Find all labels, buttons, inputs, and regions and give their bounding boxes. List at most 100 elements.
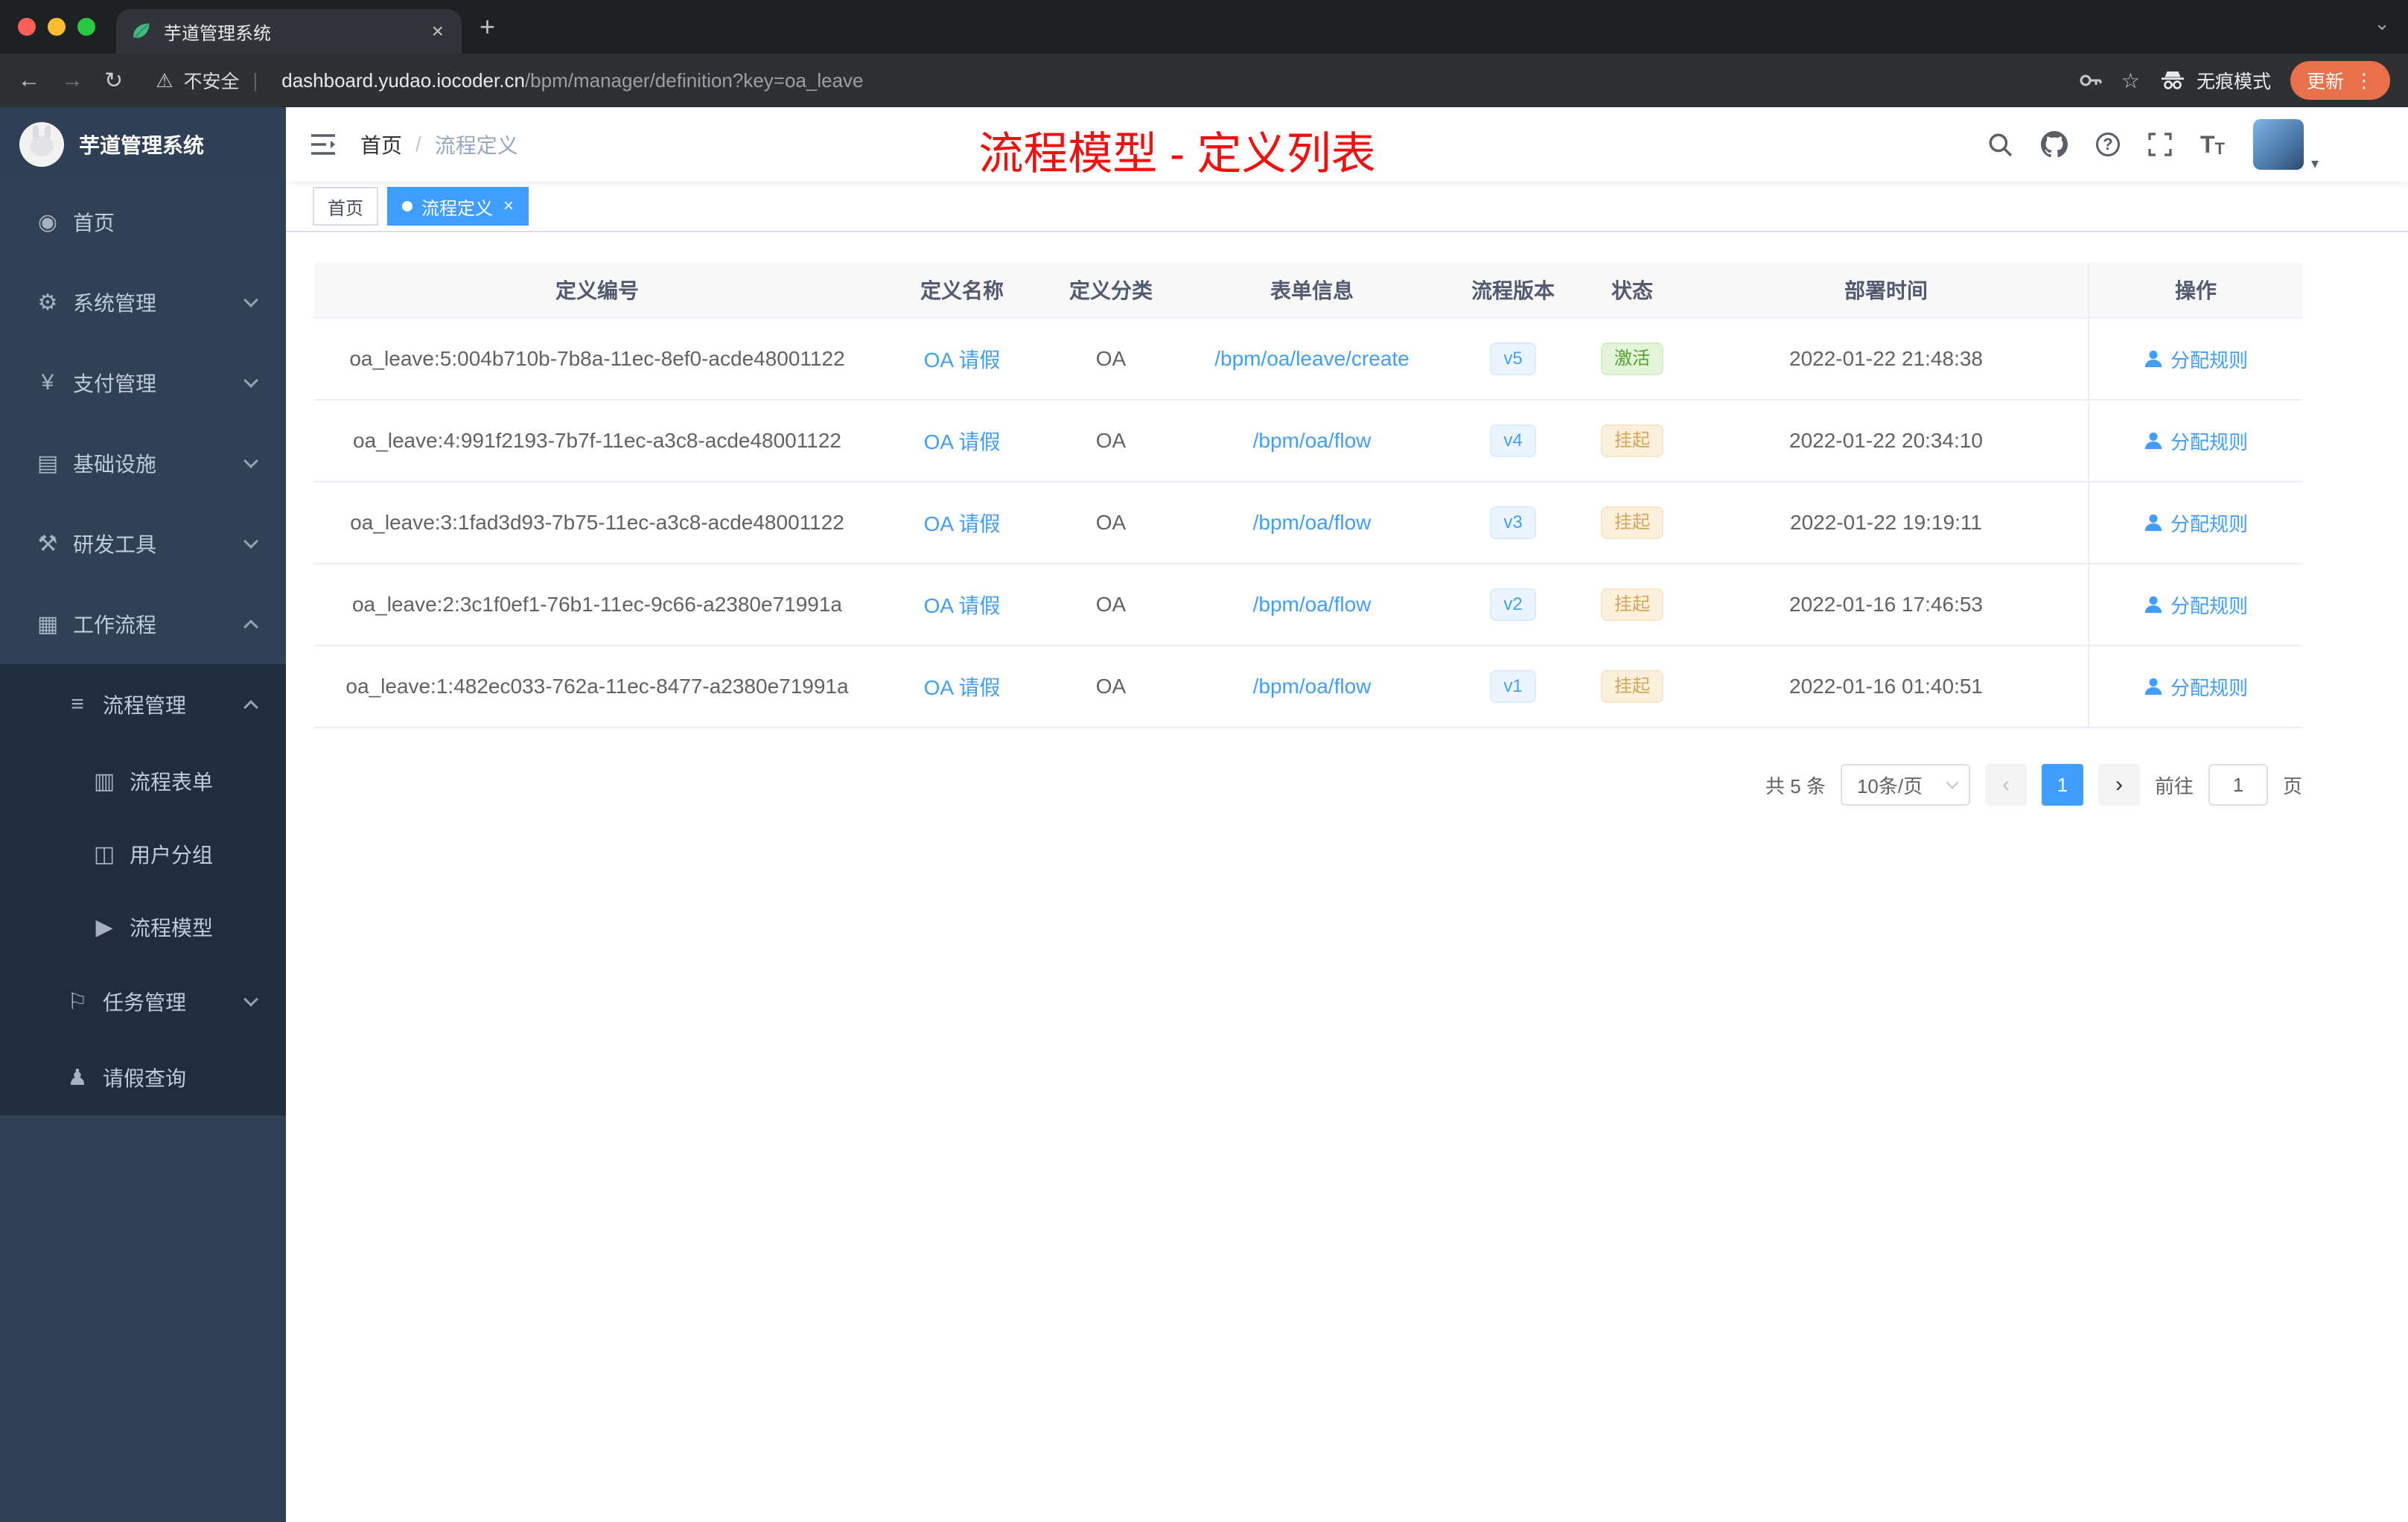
sidebar-item-process-model[interactable]: ▶ 流程模型 bbox=[0, 891, 286, 964]
definition-name-link[interactable]: OA 请假 bbox=[924, 512, 1001, 535]
browser-tab[interactable]: 芋道管理系统 × bbox=[116, 9, 462, 54]
window-close-button[interactable] bbox=[18, 18, 36, 36]
cell-definition-id: oa_leave:5:004b710b-7b8a-11ec-8ef0-acde4… bbox=[349, 347, 845, 370]
dashboard-icon: ◉ bbox=[37, 209, 58, 235]
form-link[interactable]: /bpm/oa/flow bbox=[1253, 511, 1372, 534]
tab-title: 芋道管理系统 bbox=[164, 23, 271, 44]
browser-tab-strip: 芋道管理系统 × + ⌄ bbox=[0, 0, 2408, 54]
definition-name-link[interactable]: OA 请假 bbox=[924, 430, 1001, 453]
version-badge: v4 bbox=[1490, 424, 1536, 457]
page-size-value: 10条/页 bbox=[1856, 774, 1923, 797]
sidebar-item-home[interactable]: ◉ 首页 bbox=[0, 182, 286, 262]
font-size-icon[interactable]: TT bbox=[2200, 131, 2225, 159]
sidebar-item-process-form[interactable]: ▥ 流程表单 bbox=[0, 745, 286, 818]
breadcrumb-current: 流程定义 bbox=[434, 134, 518, 157]
assign-rule-button[interactable]: 分配规则 bbox=[2144, 509, 2248, 537]
assign-rule-button[interactable]: 分配规则 bbox=[2144, 346, 2248, 373]
tag-process-definition[interactable]: 流程定义 × bbox=[387, 187, 529, 226]
tab-overflow-icon[interactable]: ⌄ bbox=[2374, 12, 2390, 35]
warning-icon: ⚠ bbox=[156, 69, 173, 92]
page-size-select[interactable]: 10条/页 bbox=[1840, 764, 1970, 806]
page-number-button[interactable]: 1 bbox=[2041, 764, 2083, 806]
sidebar-item-task-management[interactable]: ⚐ 任务管理 bbox=[0, 964, 286, 1039]
assign-rule-button[interactable]: 分配规则 bbox=[2144, 427, 2248, 455]
back-button[interactable]: ← bbox=[18, 68, 40, 93]
form-link[interactable]: /bpm/oa/flow bbox=[1253, 429, 1372, 452]
sidebar-item-process-management[interactable]: ≡ 流程管理 bbox=[0, 664, 286, 745]
password-key-icon[interactable] bbox=[2078, 69, 2102, 92]
sidebar-item-leave-query[interactable]: ♟ 请假查询 bbox=[0, 1039, 286, 1115]
incognito-badge: 无痕模式 bbox=[2159, 67, 2271, 94]
sidebar-item-workflow[interactable]: ▦ 工作流程 bbox=[0, 584, 286, 664]
user-avatar[interactable]: ▾ bbox=[2253, 119, 2319, 172]
form-link[interactable]: /bpm/oa/leave/create bbox=[1214, 347, 1410, 370]
logo-avatar bbox=[19, 122, 64, 167]
column-header-form: 表单信息 bbox=[1270, 279, 1354, 302]
version-badge: v2 bbox=[1490, 588, 1536, 621]
sidebar-item-system[interactable]: ⚙ 系统管理 bbox=[0, 262, 286, 343]
pagination: 共 5 条 10条/页 ‹ 1 › 前往 页 bbox=[314, 764, 2302, 806]
page-unit-label: 页 bbox=[2282, 774, 2302, 797]
fullscreen-icon[interactable] bbox=[2148, 133, 2172, 156]
favicon-icon bbox=[133, 23, 150, 39]
reload-button[interactable]: ↻ bbox=[104, 68, 123, 94]
definition-name-link[interactable]: OA 请假 bbox=[924, 676, 1001, 699]
cell-definition-id: oa_leave:4:991f2193-7b7f-11ec-a3c8-acde4… bbox=[353, 429, 841, 452]
cell-deploy-time: 2022-01-16 17:46:53 bbox=[1789, 593, 1983, 616]
security-chip[interactable]: ⚠ 不安全 | bbox=[156, 67, 261, 94]
definition-name-link[interactable]: OA 请假 bbox=[924, 594, 1001, 617]
goto-page-input[interactable] bbox=[2208, 764, 2268, 806]
assign-rule-button[interactable]: 分配规则 bbox=[2144, 673, 2248, 701]
navbar-icons: ? TT ▾ bbox=[1987, 119, 2319, 172]
breadcrumb: 首页 / 流程定义 bbox=[360, 130, 518, 159]
search-icon[interactable] bbox=[1987, 132, 2013, 157]
chevron-down-icon bbox=[1946, 776, 1959, 789]
next-page-button[interactable]: › bbox=[2098, 764, 2140, 806]
table-row: oa_leave:2:3c1f0ef1-76b1-11ec-9c66-a2380… bbox=[314, 564, 2302, 646]
person-icon: ♟ bbox=[67, 1065, 88, 1090]
github-icon[interactable] bbox=[2041, 131, 2068, 158]
tag-label: 首页 bbox=[328, 198, 363, 219]
help-icon[interactable]: ? bbox=[2096, 133, 2120, 156]
column-header-status: 状态 bbox=[1611, 279, 1653, 302]
address-bar[interactable]: dashboard.yudao.iocoder.cn /bpm/manager/… bbox=[281, 69, 2057, 92]
update-button[interactable]: 更新 ⋮ bbox=[2290, 61, 2390, 100]
form-link[interactable]: /bpm/oa/flow bbox=[1253, 593, 1372, 616]
sidebar-item-label: 请假查询 bbox=[103, 1067, 187, 1090]
tab-close-icon[interactable]: × bbox=[429, 19, 447, 43]
person-icon bbox=[2144, 596, 2162, 614]
tag-home[interactable]: 首页 bbox=[313, 187, 378, 226]
definition-name-link[interactable]: OA 请假 bbox=[924, 348, 1001, 372]
sidebar-toggle-icon[interactable] bbox=[286, 107, 360, 182]
form-link[interactable]: /bpm/oa/flow bbox=[1253, 675, 1372, 698]
breadcrumb-home[interactable]: 首页 bbox=[360, 130, 402, 159]
flag-icon: ⚐ bbox=[67, 989, 88, 1014]
tag-label: 流程定义 bbox=[421, 198, 493, 219]
new-tab-button[interactable]: + bbox=[462, 0, 513, 54]
sidebar-item-payment[interactable]: ¥ 支付管理 bbox=[0, 343, 286, 423]
status-badge: 挂起 bbox=[1601, 670, 1663, 703]
page-annotation: 流程模型 - 定义列表 bbox=[978, 129, 1376, 179]
update-label: 更新 bbox=[2306, 71, 2344, 92]
browser-menu-icon[interactable]: ⋮ bbox=[2354, 69, 2374, 92]
cell-category: OA bbox=[1095, 675, 1127, 698]
bookmark-star-icon[interactable]: ☆ bbox=[2121, 69, 2140, 93]
sidebar-item-user-group[interactable]: ◫ 用户分组 bbox=[0, 818, 286, 891]
forward-button[interactable]: → bbox=[61, 68, 83, 93]
table-row: oa_leave:5:004b710b-7b8a-11ec-8ef0-acde4… bbox=[314, 319, 2302, 401]
prev-page-button[interactable]: ‹ bbox=[1984, 764, 2027, 806]
list-icon: ≡ bbox=[71, 692, 84, 716]
window-zoom-button[interactable] bbox=[77, 18, 95, 36]
table-header-row: 定义编号 定义名称 定义分类 表单信息 流程版本 状态 部署时间 操作 bbox=[314, 262, 2302, 319]
chevron-down-icon bbox=[243, 992, 258, 1007]
assign-rule-button[interactable]: 分配规则 bbox=[2144, 591, 2248, 619]
tag-close-icon[interactable]: × bbox=[503, 196, 514, 217]
sidebar-item-devtools[interactable]: ⚒ 研发工具 bbox=[0, 503, 286, 584]
sidebar-item-label: 基础设施 bbox=[73, 453, 157, 476]
person-icon bbox=[2144, 432, 2162, 450]
window-minimize-button[interactable] bbox=[48, 18, 66, 36]
sidebar-logo[interactable]: 芋道管理系统 bbox=[0, 107, 286, 182]
sidebar-item-infrastructure[interactable]: ▤ 基础设施 bbox=[0, 423, 286, 503]
column-header-category: 定义分类 bbox=[1068, 279, 1153, 302]
cell-deploy-time: 2022-01-16 01:40:51 bbox=[1789, 675, 1983, 698]
